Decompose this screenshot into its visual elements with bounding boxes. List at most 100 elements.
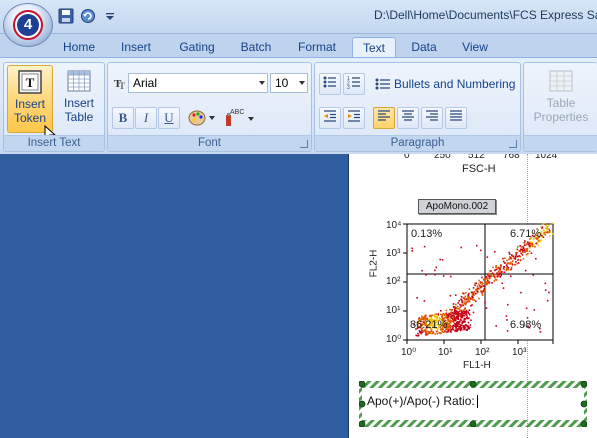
y-tick-2: 10² xyxy=(386,276,401,287)
increase-indent-button[interactable] xyxy=(343,107,365,129)
group-label-paragraph: Paragraph xyxy=(315,135,520,151)
truetype-font-icon: T T xyxy=(114,78,125,90)
font-name-select[interactable]: Arial xyxy=(128,73,268,93)
group-insert-text: T Insert Token Insert Table Insert Text xyxy=(3,62,105,152)
align-center-icon xyxy=(402,110,414,121)
insert-table-label-1: Insert xyxy=(63,96,94,110)
group-label-insert-text: Insert Text xyxy=(4,135,104,151)
font-dialog-launcher-icon[interactable] xyxy=(300,140,308,148)
quadrant-lower-right: 6.98% xyxy=(510,319,542,331)
quick-access-toolbar xyxy=(58,8,118,24)
quadrant-lower-left: 86.21% xyxy=(410,319,448,331)
numbered-list-icon: 123 xyxy=(347,76,360,91)
insert-token-label-1: Insert xyxy=(14,97,45,111)
table-properties-label-2: Properties xyxy=(533,110,589,124)
workspace-background xyxy=(0,154,348,438)
app-menu-button[interactable]: 4 xyxy=(3,3,53,47)
table-properties-label-1: Table xyxy=(546,96,576,110)
top-axis-label: FSC-H xyxy=(462,163,496,175)
y-tick-3: 10¹ xyxy=(386,305,401,316)
italic-button[interactable]: I xyxy=(135,107,157,129)
bullet-list-icon xyxy=(323,76,336,88)
quadrant-upper-left: 0.13% xyxy=(411,228,443,240)
x-tick-3: 10³ xyxy=(512,347,527,358)
align-left-icon xyxy=(378,110,390,121)
font-size-select[interactable]: 10 xyxy=(270,73,308,93)
ratio-text-content[interactable]: Apo(+)/Apo(-) Ratio: xyxy=(367,394,478,409)
align-left-button[interactable] xyxy=(373,107,395,129)
paragraph-dialog-launcher-icon[interactable] xyxy=(509,140,517,148)
top-tick-1: 250 xyxy=(434,154,451,161)
chevron-down-icon xyxy=(259,81,265,85)
title-bar: D:\Dell\Home\Documents\FCS Express Sa xyxy=(0,0,597,34)
ribbon-tabs: Home Insert Gating Batch Format Text Dat… xyxy=(0,34,597,58)
align-right-icon xyxy=(426,110,438,121)
plot-title[interactable]: ApoMono.002 xyxy=(418,199,496,214)
top-tick-4: 1024 xyxy=(535,154,558,161)
y-tick-0: 10⁴ xyxy=(386,220,402,231)
y-tick-4: 10⁰ xyxy=(386,334,402,345)
dot-plot[interactable] xyxy=(349,214,597,374)
bullets-button[interactable] xyxy=(319,73,341,95)
token-icon: T xyxy=(18,70,42,94)
save-icon[interactable] xyxy=(58,8,74,24)
tab-insert[interactable]: Insert xyxy=(112,37,160,58)
font-size-value: 10 xyxy=(275,76,289,90)
numbering-button[interactable]: 123 xyxy=(343,73,365,95)
align-center-button[interactable] xyxy=(397,107,419,129)
top-tick-3: 768 xyxy=(503,154,520,161)
ratio-text-box[interactable]: Apo(+)/Apo(-) Ratio: xyxy=(359,381,587,427)
justify-button[interactable] xyxy=(445,107,467,129)
bullets-numbering-icon xyxy=(375,78,390,90)
underline-button[interactable]: U xyxy=(158,107,180,129)
top-tick-0: 0 xyxy=(404,154,410,161)
svg-text:ABC: ABC xyxy=(230,109,244,116)
tab-gating[interactable]: Gating xyxy=(170,37,224,58)
insert-token-label-2: Token xyxy=(13,111,47,125)
y-tick-1: 10³ xyxy=(386,248,401,259)
group-paragraph: 123 Bullets and Numbering Paragraph xyxy=(314,62,521,152)
tab-text[interactable]: Text xyxy=(352,37,396,58)
bullets-numbering-button[interactable]: Bullets and Numbering xyxy=(394,77,515,91)
insert-table-button[interactable]: Insert Table xyxy=(56,65,102,133)
group-font: T T Arial 10 B I U ABC Font xyxy=(107,62,312,152)
group-table: Table Properties xyxy=(523,62,597,152)
increase-indent-icon xyxy=(348,110,360,122)
tab-batch[interactable]: Batch xyxy=(232,37,280,58)
app-logo-icon: 4 xyxy=(13,10,43,40)
x-tick-0: 10⁰ xyxy=(401,347,417,358)
decrease-indent-icon xyxy=(324,110,336,122)
tab-format[interactable]: Format xyxy=(290,37,344,58)
insert-token-button[interactable]: T Insert Token xyxy=(7,65,53,133)
customize-dropdown-icon[interactable] xyxy=(102,8,118,24)
window-title: D:\Dell\Home\Documents\FCS Express Sa xyxy=(374,8,597,22)
font-color-palette-icon[interactable] xyxy=(188,109,216,127)
font-name-value: Arial xyxy=(133,76,158,90)
group-label-table xyxy=(524,135,597,151)
x-tick-2: 10² xyxy=(475,347,490,358)
align-right-button[interactable] xyxy=(421,107,443,129)
decrease-indent-button[interactable] xyxy=(319,107,341,129)
svg-text:3: 3 xyxy=(347,85,350,90)
group-label-font: Font xyxy=(108,135,311,151)
svg-text:T: T xyxy=(26,75,35,90)
ribbon: T Insert Token Insert Table Insert Text … xyxy=(0,57,597,154)
spell-check-icon[interactable]: ABC xyxy=(222,107,256,127)
bold-button[interactable]: B xyxy=(112,107,134,129)
document-page[interactable]: 0 250 512 768 1024 FSC-H ApoMono.002 FL2… xyxy=(348,154,597,438)
svg-text:T: T xyxy=(119,81,125,90)
tab-home[interactable]: Home xyxy=(56,37,102,58)
justify-icon xyxy=(450,110,462,121)
tab-view[interactable]: View xyxy=(454,37,496,58)
tab-data[interactable]: Data xyxy=(404,37,444,58)
x-axis-label: FL1-H xyxy=(463,360,491,371)
x-tick-1: 10¹ xyxy=(438,347,453,358)
table-properties-icon xyxy=(549,70,573,92)
text-caret xyxy=(476,395,478,409)
table-icon xyxy=(67,70,91,92)
chevron-down-icon xyxy=(299,81,305,85)
undo-icon[interactable] xyxy=(80,8,96,24)
quadrant-upper-right: 6.71% xyxy=(510,228,542,240)
top-tick-2: 512 xyxy=(468,154,485,161)
table-properties-button[interactable]: Table Properties xyxy=(528,65,594,133)
